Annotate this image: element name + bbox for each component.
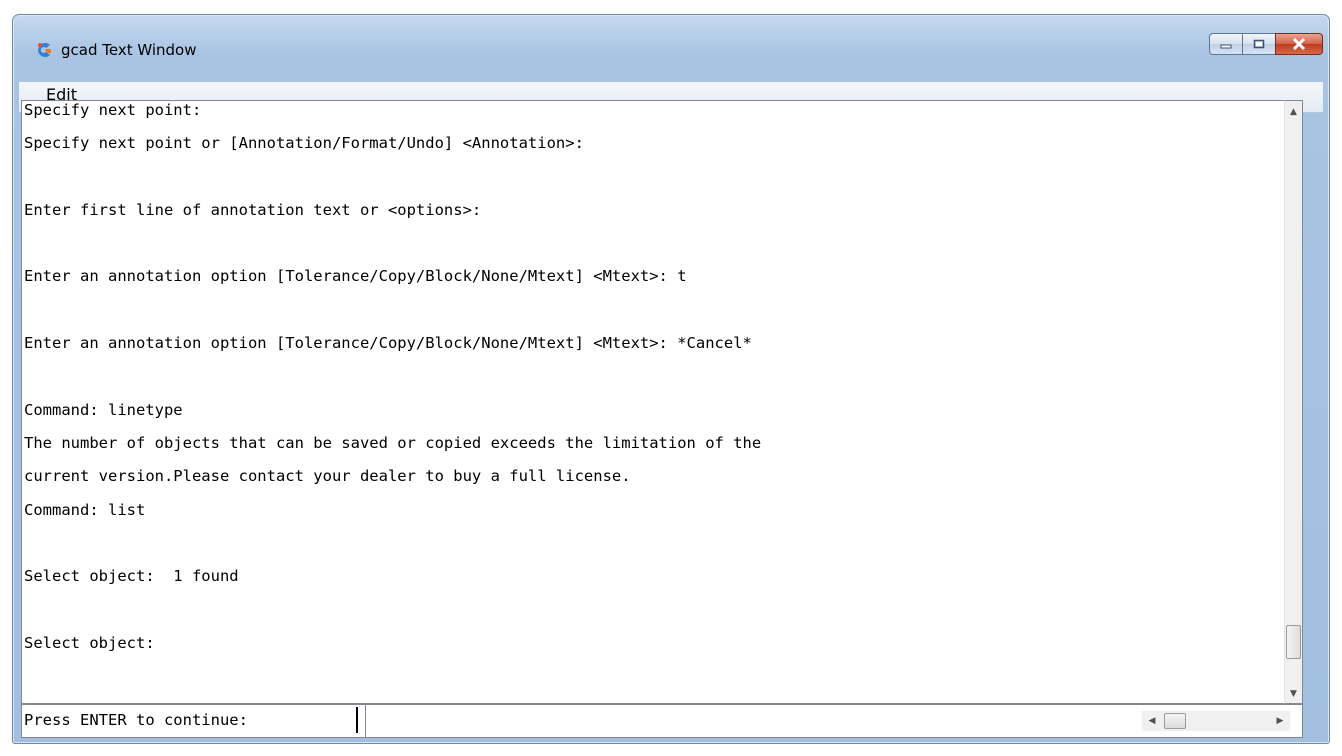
window-controls xyxy=(1209,33,1323,57)
console-line: Specify next point or [Annotation/Format… xyxy=(24,134,584,153)
minimize-button[interactable] xyxy=(1209,33,1242,55)
console-output[interactable]: Specify next point: Specify next point or… xyxy=(21,100,1284,704)
scroll-up-icon[interactable]: ▲ xyxy=(1285,103,1302,120)
scroll-down-icon[interactable]: ▼ xyxy=(1285,685,1302,702)
console-line: current version.Please contact your deal… xyxy=(24,467,631,486)
console-line: Enter an annotation option [Tolerance/Co… xyxy=(24,334,752,353)
close-button[interactable] xyxy=(1275,33,1323,55)
window-title: gcad Text Window xyxy=(61,41,197,59)
input-divider xyxy=(365,705,366,737)
scroll-left-icon[interactable]: ◀ xyxy=(1144,713,1160,729)
console-line: The number of objects that can be saved … xyxy=(24,433,762,452)
horizontal-scroll-thumb[interactable] xyxy=(1164,713,1186,729)
gcad-app-icon xyxy=(38,43,51,57)
scroll-right-icon[interactable]: ▶ xyxy=(1272,713,1288,729)
minimize-icon xyxy=(1220,44,1232,49)
horizontal-scrollbar[interactable]: ◀ ▶ xyxy=(1142,711,1290,731)
close-icon xyxy=(1292,38,1306,50)
maximize-icon xyxy=(1253,39,1265,49)
console-lines: Specify next point: Specify next point or… xyxy=(24,101,762,669)
console-line: Specify next point: xyxy=(24,101,202,119)
console-line: Enter first line of annotation text or <… xyxy=(24,200,482,219)
vertical-scrollbar[interactable]: ▲ ▼ xyxy=(1284,100,1303,704)
console-line: Command: linetype xyxy=(24,400,183,419)
console-line: Command: list xyxy=(24,500,146,519)
title-bar[interactable]: gcad Text Window xyxy=(13,15,1329,67)
command-prompt: Press ENTER to continue: xyxy=(24,711,248,729)
console-line: Select object: xyxy=(24,633,155,652)
console-line: Select object: 1 found xyxy=(24,567,239,586)
command-input-bar[interactable]: Press ENTER to continue: ◀ ▶ xyxy=(21,704,1303,738)
console-line: Enter an annotation option [Tolerance/Co… xyxy=(24,267,687,286)
vertical-scroll-thumb[interactable] xyxy=(1286,625,1301,659)
maximize-button[interactable] xyxy=(1242,33,1275,55)
text-caret xyxy=(356,707,358,733)
